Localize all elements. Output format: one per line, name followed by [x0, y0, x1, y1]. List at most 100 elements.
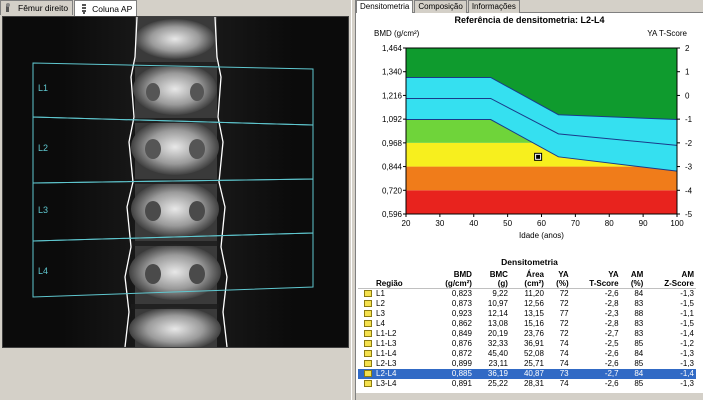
header-regiao[interactable]: Região [358, 266, 428, 289]
x-tick-label: 80 [605, 219, 614, 228]
cell-z-score: -1,4 [680, 328, 694, 338]
spine-scan-image[interactable]: L1 L2 L3 L4 [2, 16, 349, 351]
cell-bmc: 10,97 [487, 298, 508, 308]
region-checkbox[interactable] [364, 379, 372, 387]
cell-t-score: -2,6 [604, 348, 619, 358]
cell-area: 36,91 [523, 338, 544, 348]
band-orange [406, 166, 677, 191]
y-tick-label: 0,596 [382, 210, 403, 219]
cell-ya: 72 [559, 328, 569, 338]
y-axis-label: BMD (g/cm²) [374, 29, 420, 38]
y2-tick-label: 1 [685, 68, 690, 77]
cell-area: 13,15 [523, 308, 544, 318]
table-row[interactable]: L2-L4 0,885 36,19 40,87 73 -2,7 84 -1,4 [358, 368, 696, 379]
cell-bmd: 0,872 [451, 348, 472, 358]
cell-bmc: 23,11 [488, 358, 508, 368]
header-am[interactable]: AM (%) [620, 266, 646, 289]
scan-tabbar: Fêmur direito Coluna AP [0, 0, 138, 16]
scan-pane: Fêmur direito Coluna AP L1 L2 L3 L4 [0, 0, 352, 400]
region-checkbox[interactable] [364, 369, 372, 377]
cell-bmd: 0,849 [451, 328, 472, 338]
cell-t-score: -2,5 [604, 338, 619, 348]
cell-bmd: 0,885 [427, 368, 474, 379]
band-red [406, 190, 677, 214]
y-tick-label: 1,216 [382, 91, 403, 100]
reference-chart: 0,596 0,720 0,844 0,968 1,092 1,216 1,340 1,464… [382, 44, 693, 240]
row-region: L3-L4 [358, 379, 428, 389]
results-pane: Densitometria Composição Informações Ref… [356, 0, 703, 400]
y2-tick-label: -5 [685, 210, 693, 219]
cell-area: 11,20 [524, 288, 544, 298]
row-region: L1-L4 [358, 349, 428, 359]
region-checkbox[interactable] [364, 299, 372, 307]
x-tick-label: 90 [639, 219, 648, 228]
table-row[interactable]: L1-L4 0,872 45,40 52,08 74 -2,6 84 -1,3 [358, 349, 696, 359]
row-region: L1 [358, 288, 428, 299]
cell-bmd: 0,862 [451, 318, 472, 328]
cell-ya: 73 [545, 368, 571, 379]
cell-am: 83 [634, 318, 644, 328]
header-area[interactable]: Área (cm²) [509, 266, 546, 289]
y2-tick-label: -2 [685, 139, 693, 148]
y-tick-label: 1,092 [382, 115, 403, 124]
cell-bmc: 20,19 [487, 328, 508, 338]
cell-bmd: 0,823 [451, 288, 472, 298]
cell-am: 85 [634, 358, 644, 368]
cell-area: 15,16 [523, 318, 544, 328]
cell-ya: 72 [559, 318, 569, 328]
x-axis-label: Idade (anos) [519, 231, 564, 240]
cell-z-score: -1,3 [680, 378, 694, 388]
tab-informacoes[interactable]: Informações [467, 0, 520, 13]
table-row[interactable]: L3 0,923 12,14 13,15 77 -2,3 88 -1,1 [358, 309, 696, 319]
cell-ya: 77 [559, 308, 569, 318]
y-tick-label: 1,340 [382, 68, 403, 77]
tab-densitometria[interactable]: Densitometria [356, 0, 414, 13]
tab-composicao[interactable]: Composição [414, 0, 467, 13]
cell-bmc: 36,19 [473, 368, 510, 379]
region-checkbox[interactable] [364, 309, 372, 317]
row-region: L1-L2 [358, 329, 428, 339]
cell-z-score: -1,3 [680, 288, 694, 298]
y2-tick-label: 0 [685, 91, 690, 100]
tab-spine[interactable]: Coluna AP [74, 0, 138, 16]
region-checkbox[interactable] [364, 289, 372, 297]
table-row[interactable]: L1-L3 0,876 32,33 36,91 74 -2,5 85 -1,2 [358, 339, 696, 349]
region-checkbox[interactable] [364, 349, 372, 357]
cell-am: 84 [634, 288, 644, 298]
region-checkbox[interactable] [364, 319, 372, 327]
cell-bmc: 13,08 [487, 318, 508, 328]
table-row[interactable]: L2-L3 0,899 23,11 25,71 74 -2,6 85 -1,3 [358, 359, 696, 369]
densitometry-table: Região BMD (g/cm²) BMC (g) Área (cm²) YA (%) YA T-… [358, 266, 696, 389]
row-region: L2-L3 [358, 359, 428, 369]
y2-tick-label: -1 [685, 115, 693, 124]
region-checkbox[interactable] [364, 339, 372, 347]
cell-bmc: 45,40 [487, 348, 508, 358]
header-am-zscore[interactable]: AM Z-Score [645, 266, 696, 289]
table-row[interactable]: L1 0,823 9,22 11,20 72 -2,6 84 -1,3 [358, 288, 696, 299]
table-row[interactable]: L3-L4 0,891 25,22 28,31 74 -2,6 85 -1,3 [358, 379, 696, 389]
region-checkbox[interactable] [364, 359, 372, 367]
cell-ya: 74 [559, 378, 569, 388]
cell-area: 12,56 [523, 298, 544, 308]
patient-point-center [536, 154, 541, 159]
tab-femur[interactable]: Fêmur direito [0, 0, 74, 15]
cell-ya: 74 [559, 348, 569, 358]
row-region: L3 [358, 309, 428, 319]
femur-icon [5, 3, 15, 13]
header-bmd[interactable]: BMD (g/cm²) [427, 266, 474, 289]
cell-am: 85 [634, 378, 644, 388]
cell-area: 28,31 [523, 378, 544, 388]
table-row[interactable]: L2 0,873 10,97 12,56 72 -2,8 83 -1,5 [358, 299, 696, 309]
y2-tick-label: -3 [685, 163, 693, 172]
cell-area: 25,71 [523, 358, 544, 368]
cell-am: 84 [620, 368, 646, 379]
region-checkbox[interactable] [364, 329, 372, 337]
header-ya-tscore[interactable]: YA T-Score [570, 266, 621, 289]
cell-bmd: 0,891 [451, 378, 472, 388]
header-ya[interactable]: YA (%) [545, 266, 571, 289]
header-bmc[interactable]: BMC (g) [473, 266, 510, 289]
cell-t-score: -2,7 [604, 328, 619, 338]
table-row[interactable]: L1-L2 0,849 20,19 23,76 72 -2,7 83 -1,4 [358, 329, 696, 339]
x-tick-label: 50 [503, 219, 512, 228]
table-row[interactable]: L4 0,862 13,08 15,16 72 -2,8 83 -1,5 [358, 319, 696, 329]
